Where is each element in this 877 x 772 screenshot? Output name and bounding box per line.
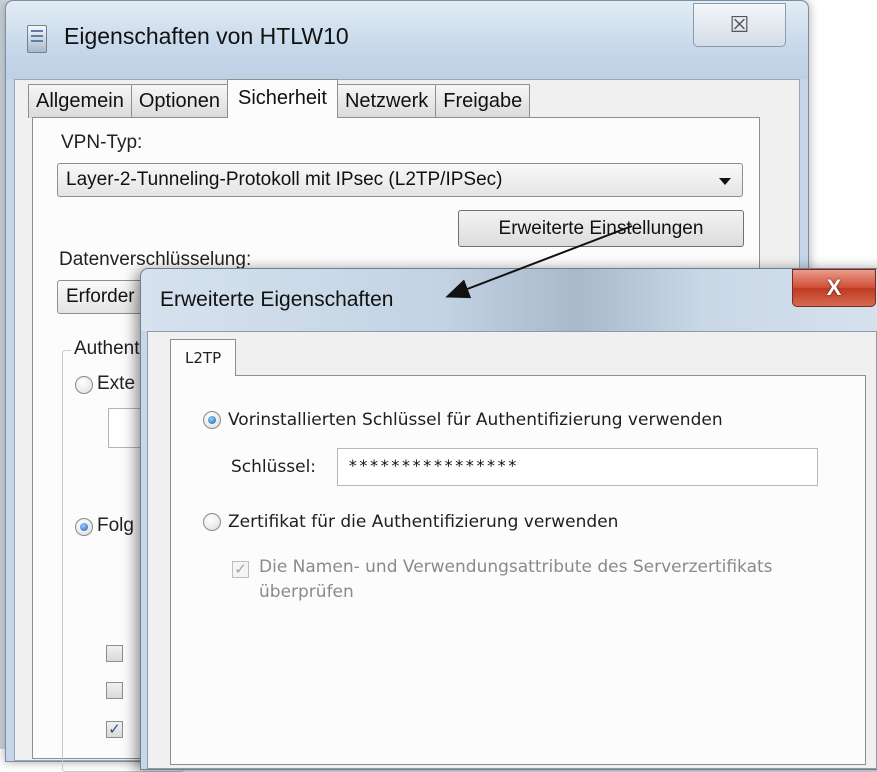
dialog-close-button[interactable]: X — [792, 269, 876, 307]
tab-netzwerk[interactable]: Netzwerk — [336, 84, 437, 118]
verify-cert-checkbox[interactable]: ✓ — [232, 561, 249, 578]
protocol-checkbox-3[interactable]: ✓ — [106, 721, 123, 738]
authentication-group-label: Authent — [71, 338, 143, 360]
radio-certificate[interactable] — [203, 513, 221, 531]
dialog-title: Erweiterte Eigenschaften — [160, 288, 394, 311]
advanced-settings-button[interactable]: Erweiterte Einstellungen — [458, 210, 744, 247]
chevron-down-icon — [719, 178, 731, 185]
tab-allgemein[interactable]: Allgemein — [28, 84, 132, 118]
radio-preshared-key-label: Vorinstallierten Schlüssel für Authentif… — [228, 410, 723, 430]
radio-extensible-auth[interactable] — [75, 376, 93, 394]
title-bar[interactable]: Eigenschaften von HTLW10 ☒ — [6, 1, 808, 79]
radio-certificate-label: Zertifikat für die Authentifizierung ver… — [228, 512, 619, 532]
vpn-type-value: Layer-2-Tunneling-Protokoll mit IPsec (L… — [66, 169, 503, 190]
verify-cert-label-line2: überprüfen — [259, 582, 354, 602]
tab-freigabe[interactable]: Freigabe — [435, 84, 531, 118]
protocol-checkbox-1[interactable] — [106, 645, 123, 662]
tab-l2tp[interactable]: L2TP — [170, 339, 237, 376]
dialog-title-bar[interactable]: Erweiterte Eigenschaften X — [141, 269, 877, 331]
key-input[interactable]: **************** — [337, 448, 818, 486]
radio-preshared-key[interactable] — [203, 411, 221, 429]
vpn-type-label: VPN-Typ: — [61, 132, 143, 153]
radio-allow-protocols-label: Folg — [97, 515, 134, 536]
radio-allow-protocols[interactable] — [75, 518, 93, 536]
network-connection-icon — [27, 25, 47, 53]
window-title: Eigenschaften von HTLW10 — [64, 23, 349, 49]
tab-strip: Allgemein Optionen Sicherheit Netzwerk F… — [28, 79, 531, 118]
tab-sicherheit[interactable]: Sicherheit — [227, 79, 338, 118]
tab-optionen[interactable]: Optionen — [130, 84, 228, 118]
close-button[interactable]: ☒ — [693, 3, 786, 47]
verify-cert-label-line1: Die Namen- und Verwendungsattribute des … — [259, 557, 773, 577]
protocol-checkbox-2[interactable] — [106, 682, 123, 699]
radio-extensible-auth-label: Exte — [97, 373, 136, 394]
key-label: Schlüssel: — [231, 457, 317, 477]
vpn-type-select[interactable]: Layer-2-Tunneling-Protokoll mit IPsec (L… — [57, 163, 743, 197]
